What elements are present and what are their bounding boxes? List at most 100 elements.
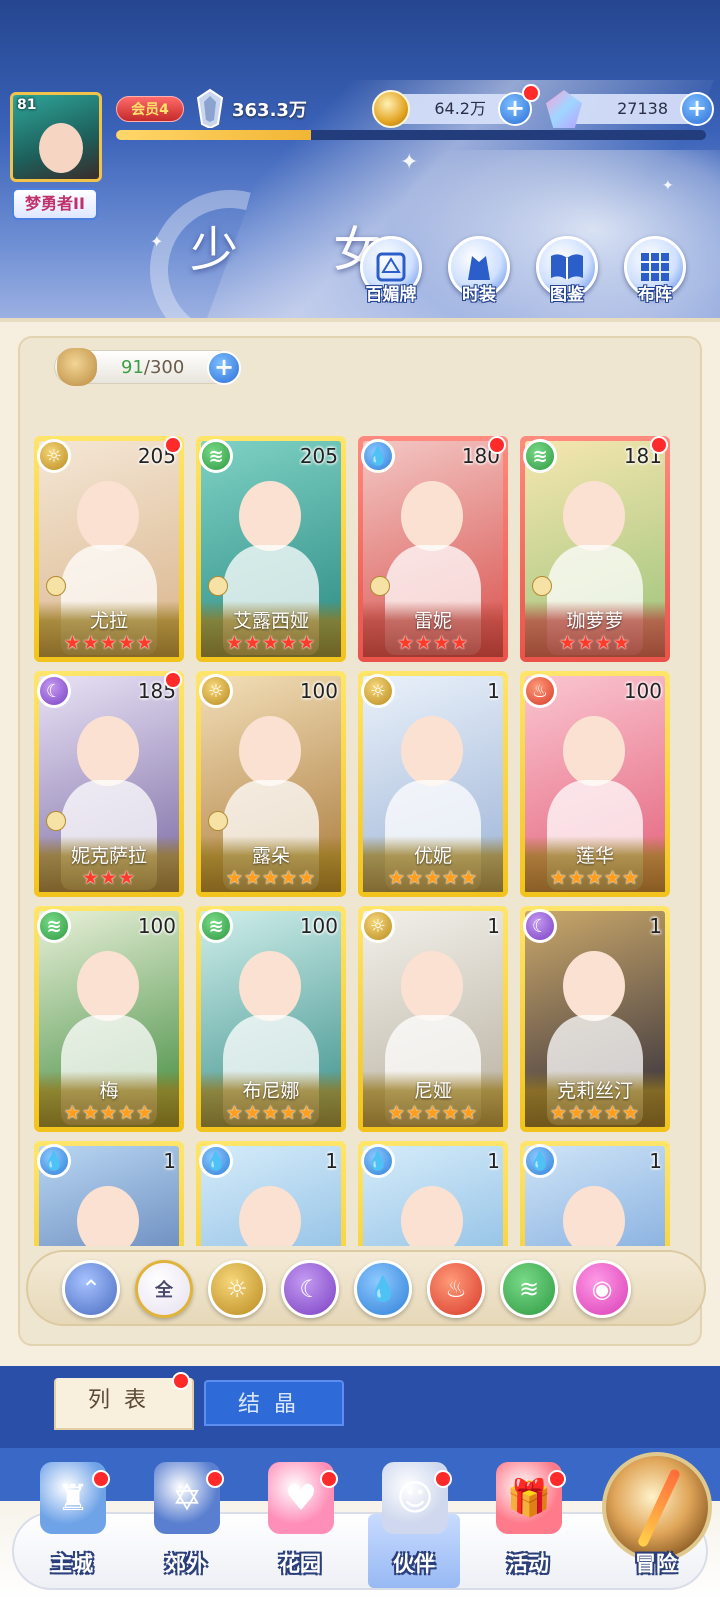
lock-icon [370,576,390,596]
portrait-face [401,1186,463,1246]
character-name: 尤拉 [89,610,128,632]
character-card[interactable]: ≋ 100 布尼娜 ★★★★★ [196,906,346,1132]
character-level: 1 [487,679,500,703]
quick-button-label: 图鉴 [550,285,584,305]
element-dark-icon: ☾ [523,909,557,943]
character-name: 艾露西娅 [232,610,309,632]
character-level: 100 [299,914,338,938]
player-level: 81 [17,97,37,113]
element-filter-bar: ⌃ 全 ☼ ☾ 💧 ♨ ≋ ◉ [26,1250,706,1326]
nav-label: 伙伴 [393,1552,435,1576]
gem-counter: 27138 + [546,90,714,128]
character-card[interactable]: ☼ 100 露朵 ★★★★★ [196,671,346,897]
element-water-icon: 💧 [199,1144,233,1178]
quick-button-card-deck[interactable]: 百媚牌 [354,236,428,310]
quick-button-formation[interactable]: 布阵 [618,236,692,310]
filter-dark-button[interactable]: ☾ [281,1260,339,1318]
element-light-icon: ☼ [361,909,395,943]
character-card[interactable]: ≋ 100 梅 ★★★★★ [34,906,184,1132]
element-light-icon: ☼ [37,439,71,473]
portrait-face [239,481,301,551]
character-card[interactable]: 💧 1 [196,1141,346,1246]
character-name: 尼娅 [413,1080,452,1102]
lock-icon [46,576,66,596]
nav-label: 活动 [507,1552,549,1576]
gold-counter: 64.2万 + [372,84,540,128]
character-card[interactable]: ☼ 205 尤拉 ★★★★★ [34,436,184,662]
character-level: 100 [299,679,338,703]
element-wind-icon: ≋ [523,439,557,473]
character-card[interactable]: ☼ 1 尼娅 ★★★★★ [358,906,508,1132]
star-rating: ★★★★★ [387,1102,479,1124]
portrait-face [77,481,139,551]
filter-pink-button[interactable]: ◉ [573,1260,631,1318]
character-name: 露朵 [251,845,290,867]
nav-item[interactable]: 🎁 活动 [478,1458,578,1598]
filter-light-button[interactable]: ☼ [208,1260,266,1318]
notification-dot [522,84,540,102]
filter-base-button[interactable]: ⌃ [62,1260,120,1318]
element-water-icon: 💧 [361,1144,395,1178]
element-wind-icon: ≋ [199,439,233,473]
experience-bar-fill [116,130,311,140]
add-gems-button[interactable]: + [680,92,714,126]
expand-capacity-button[interactable]: + [207,351,241,385]
quick-button-outfit[interactable]: 时装 [442,236,516,310]
star-rating: ★★★★★ [63,632,155,654]
filter-fire-button[interactable]: ♨ [427,1260,485,1318]
element-fire-icon: ♨ [523,674,557,708]
capacity-max: /300 [143,357,185,378]
notification-dot [164,671,182,689]
nav-item[interactable]: ✡ 郊外 [136,1458,236,1598]
quick-button-label: 时装 [462,285,496,305]
quick-button-book[interactable]: 图鉴 [530,236,604,310]
character-level: 100 [137,914,176,938]
character-name: 妮克萨拉 [70,845,147,867]
star-rating: ★★★★ [558,632,632,654]
character-card[interactable]: 💧 1 [34,1141,184,1246]
character-card[interactable]: 💧 1 [358,1141,508,1246]
portrait-face [563,716,625,786]
star-rating: ★★★★★ [225,632,317,654]
character-card[interactable]: ♨ 100 莲华 ★★★★★ [520,671,670,897]
sparkle-icon: ✦ [400,150,419,175]
character-card[interactable]: ≋ 181 珈萝萝 ★★★★ [520,436,670,662]
notification-dot [92,1470,110,1488]
portrait-face [239,951,301,1021]
nav-item[interactable]: ♜ 主城 [22,1458,122,1598]
bag-icon [57,348,97,386]
portrait-face [77,951,139,1021]
filter-wind-button[interactable]: ≋ [500,1260,558,1318]
portrait-face [563,1186,625,1246]
filter-all-button[interactable]: 全 [135,1260,193,1318]
star-rating: ★★★★★ [225,867,317,889]
character-name: 克莉丝汀 [556,1080,633,1102]
nav-item[interactable]: ☺ 伙伴 [364,1458,464,1598]
character-card[interactable]: ☾ 185 妮克萨拉 ★★★ [34,671,184,897]
gem-value: 27138 [617,99,668,118]
portrait-face [401,951,463,1021]
nav-item[interactable]: ♥ 花园 [250,1458,350,1598]
tab-crystal[interactable]: 结晶 [204,1380,344,1426]
filter-water-button[interactable]: 💧 [354,1260,412,1318]
character-card[interactable]: 💧 180 雷妮 ★★★★ [358,436,508,662]
character-card[interactable]: ☼ 1 优妮 ★★★★★ [358,671,508,897]
combat-power-icon [196,88,224,128]
character-grid: ☼ 205 尤拉 ★★★★★ ≋ 205 艾露西娅 ★★★★★ 💧 180 雷妮 ★★★★ ≋ 181 珈萝… [34,436,686,1246]
character-card[interactable]: ≋ 205 艾露西娅 ★★★★★ [196,436,346,662]
portrait-face [239,1186,301,1246]
capacity-current: 91 [121,357,144,378]
quick-button-label: 布阵 [638,285,672,305]
notification-dot [488,436,506,454]
character-card[interactable]: ☾ 1 克莉丝汀 ★★★★★ [520,906,670,1132]
star-rating: ★★★★★ [63,1102,155,1124]
star-rating: ★★★★★ [387,867,479,889]
gold-coin-icon [372,90,410,128]
notification-dot [320,1470,338,1488]
player-avatar[interactable]: 81 [10,92,102,182]
character-level: 1 [487,914,500,938]
notification-dot [172,1372,190,1390]
notification-dot [548,1470,566,1488]
character-card[interactable]: 💧 1 [520,1141,670,1246]
vip-badge[interactable]: 会员4 [116,96,184,122]
